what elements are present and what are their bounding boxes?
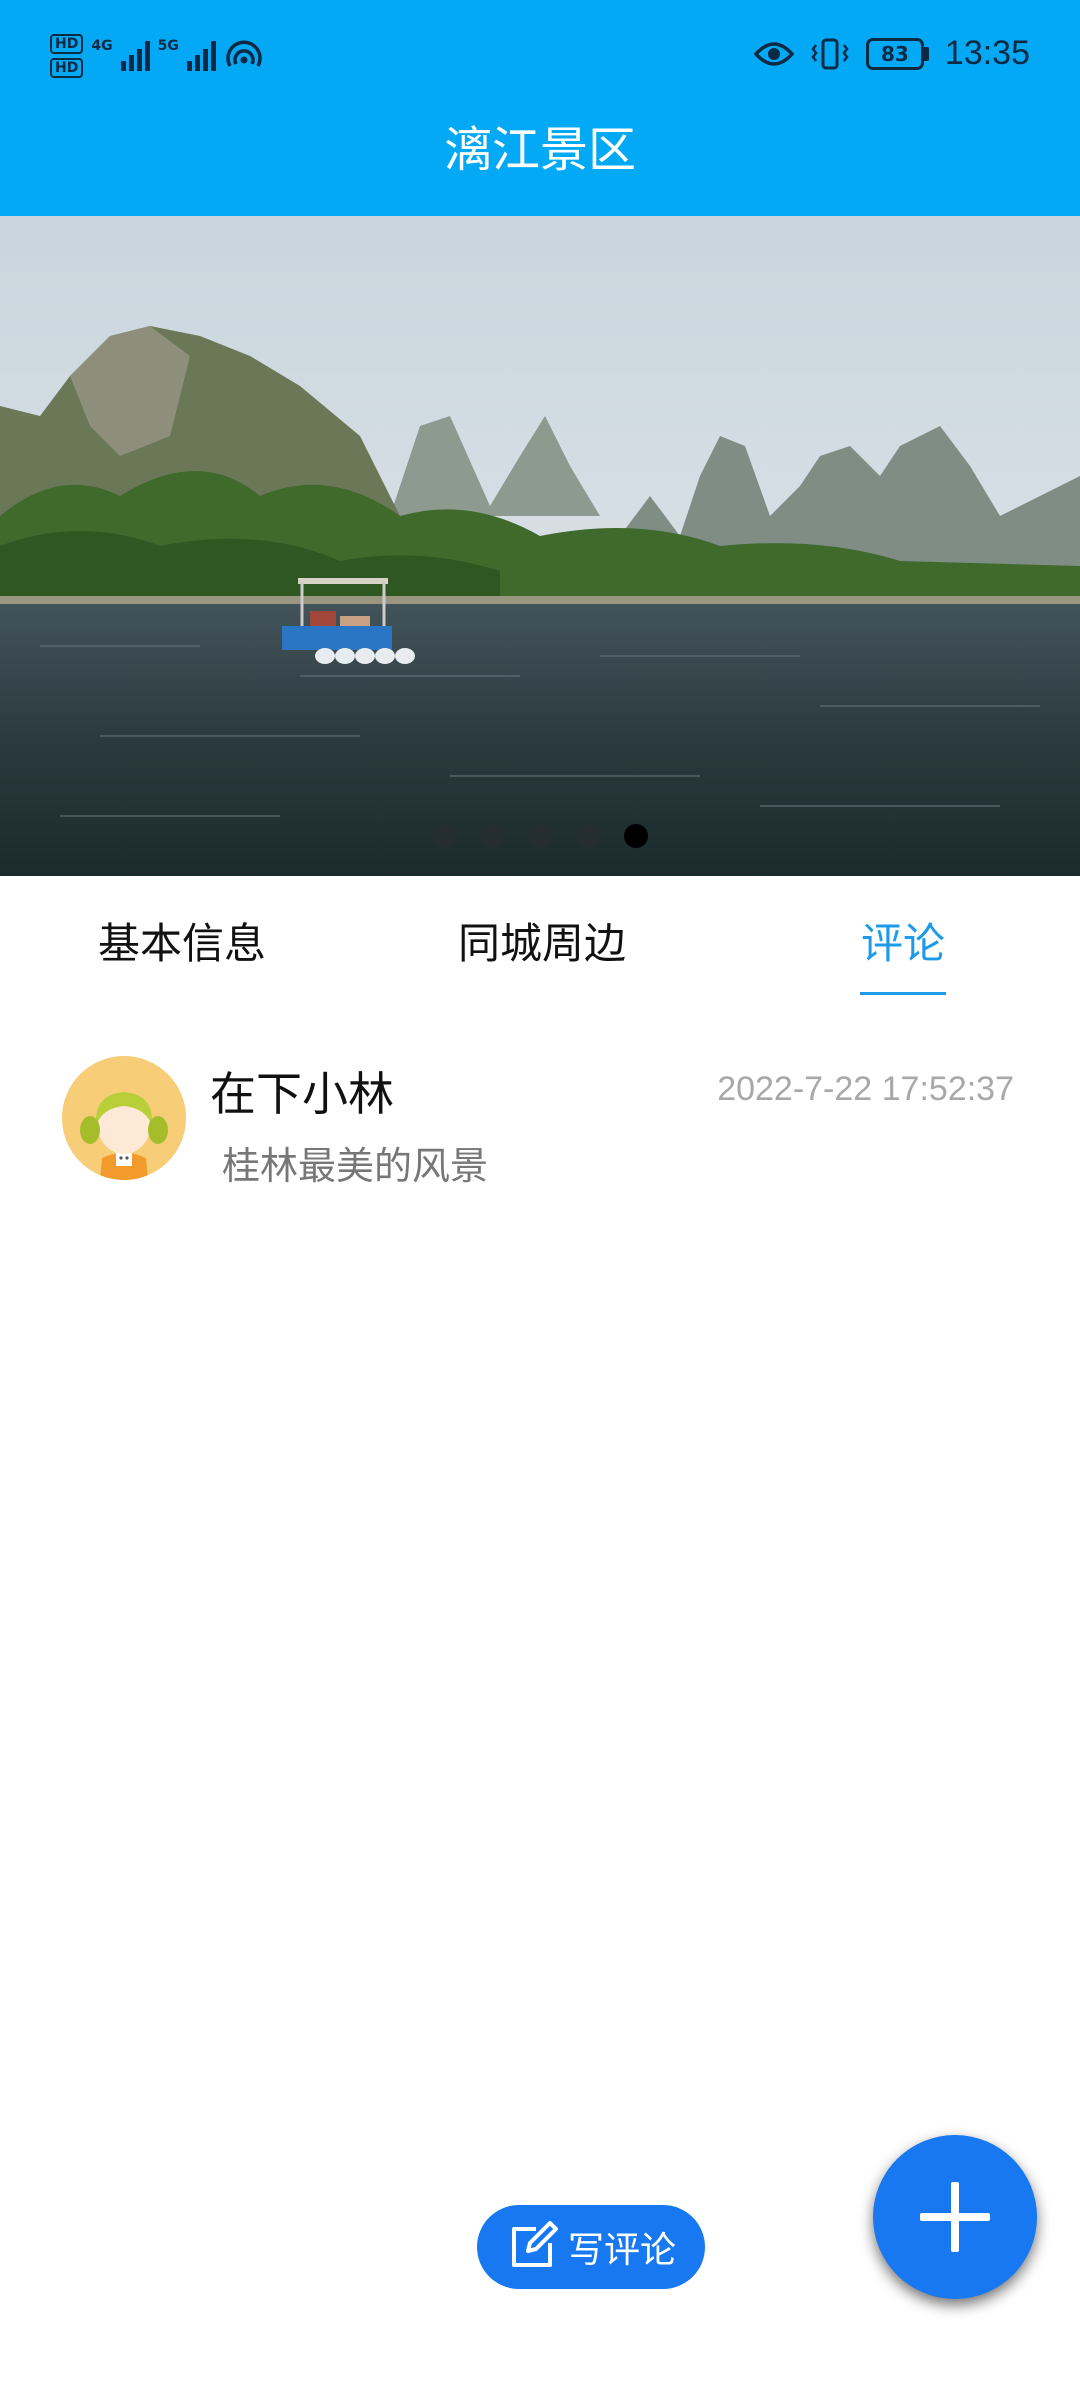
carousel-dot-active[interactable] — [624, 824, 648, 848]
write-comment-label: 写评论 — [567, 2230, 676, 2271]
tab-active-indicator — [860, 992, 946, 995]
hd-badge: HD — [50, 58, 84, 78]
status-bar-right: 83 13:35 — [753, 34, 1030, 73]
edit-icon — [511, 2221, 558, 2267]
tab-nearby[interactable]: 同城周边 — [458, 916, 626, 972]
tab-bar: 基本信息 同城周边 评论 — [0, 876, 1080, 1000]
app-header: HD HD 4G 5G 83 13:35 漓江景区 — [0, 0, 1080, 216]
comment-item[interactable]: 在下小林 2022-7-22 17:52:37 桂林最美的风景 — [0, 1050, 1080, 1200]
carousel-indicator — [0, 824, 1080, 848]
page-title: 漓江景区 — [443, 122, 636, 178]
avatar[interactable] — [62, 1056, 186, 1180]
battery-icon: 83 — [865, 37, 929, 70]
hd-badge: HD — [50, 34, 84, 54]
comment-username: 在下小林 — [210, 1067, 394, 1121]
comment-timestamp: 2022-7-22 17:52:37 — [717, 1070, 1014, 1108]
network-type-label: 4G — [91, 38, 113, 54]
eye-icon — [753, 41, 794, 66]
carousel-dot[interactable] — [576, 824, 600, 848]
add-fab-button[interactable] — [873, 2135, 1037, 2299]
banner-image — [0, 216, 1080, 876]
signal-icon — [120, 41, 150, 71]
status-bar-left: HD HD 4G 5G — [50, 34, 264, 78]
vibrate-icon — [811, 38, 849, 69]
status-time: 13:35 — [944, 34, 1030, 72]
signal-icon — [186, 41, 216, 71]
tab-basic-info[interactable]: 基本信息 — [98, 916, 266, 972]
carousel-dot[interactable] — [528, 824, 552, 848]
girl-avatar-icon — [62, 1056, 186, 1180]
carousel-dot[interactable] — [432, 824, 456, 848]
hotspot-icon — [226, 40, 262, 67]
plus-icon — [920, 2182, 990, 2252]
tab-comments[interactable]: 评论 — [861, 916, 945, 972]
battery-level: 83 — [865, 37, 924, 70]
banner-carousel[interactable] — [0, 216, 1080, 876]
network-type-label: 5G — [157, 38, 179, 54]
carousel-dot[interactable] — [480, 824, 504, 848]
write-comment-button[interactable]: 写评论 — [477, 2205, 705, 2289]
comment-text: 桂林最美的风景 — [222, 1144, 489, 1188]
